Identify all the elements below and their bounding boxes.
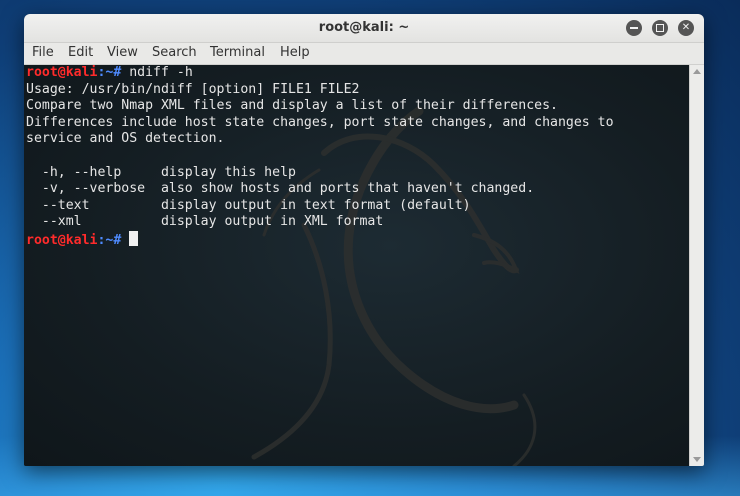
prompt-user: root@kali xyxy=(26,65,98,80)
prompt-path: :~# xyxy=(97,232,122,248)
maximize-icon[interactable] xyxy=(652,20,668,36)
command-line: root@kali:~# ndiff -h xyxy=(26,65,614,82)
prompt-user: root@kali xyxy=(26,232,98,248)
scroll-down-icon[interactable] xyxy=(693,457,701,462)
menu-file[interactable]: File xyxy=(32,45,54,60)
prompt-path: :~# xyxy=(97,65,122,80)
terminal-area[interactable]: root@kali:~# ndiff -h Usage: /usr/bin/ndi… xyxy=(24,65,690,466)
command-text: ndiff -h xyxy=(121,65,193,80)
window-title: root@kali: ~ xyxy=(318,20,410,35)
menu-search[interactable]: Search xyxy=(152,45,197,60)
terminal-output: root@kali:~# ndiff -h Usage: /usr/bin/ndi… xyxy=(26,65,614,248)
close-icon[interactable]: ✕ xyxy=(678,20,694,36)
terminal-window[interactable]: root@kali: ~ ✕ File Edit View Search Ter… xyxy=(24,14,704,466)
menu-view[interactable]: View xyxy=(107,45,138,60)
menu-bar: File Edit View Search Terminal Help xyxy=(24,43,704,65)
vertical-scrollbar[interactable] xyxy=(689,65,704,466)
scroll-up-icon[interactable] xyxy=(693,69,701,74)
output-line: --text display output in text format (de… xyxy=(26,197,471,213)
prompt-line[interactable]: root@kali:~# xyxy=(26,230,614,248)
text-cursor xyxy=(129,230,139,246)
minimize-icon[interactable] xyxy=(626,20,642,36)
menu-edit[interactable]: Edit xyxy=(68,45,93,60)
output-line: -v, --verbose also show hosts and ports … xyxy=(26,181,535,197)
output-line: Differences include host state changes, … xyxy=(26,114,614,130)
output-line: service and OS detection. xyxy=(26,131,225,147)
title-bar[interactable]: root@kali: ~ ✕ xyxy=(24,14,704,43)
output-line: Compare two Nmap XML files and display a… xyxy=(26,98,558,114)
menu-terminal[interactable]: Terminal xyxy=(210,45,265,60)
output-line: --xml display output in XML format xyxy=(26,214,384,230)
menu-help[interactable]: Help xyxy=(280,45,310,60)
output-line: -h, --help display this help xyxy=(26,164,296,180)
output-line: Usage: /usr/bin/ndiff [option] FILE1 FIL… xyxy=(26,81,360,97)
